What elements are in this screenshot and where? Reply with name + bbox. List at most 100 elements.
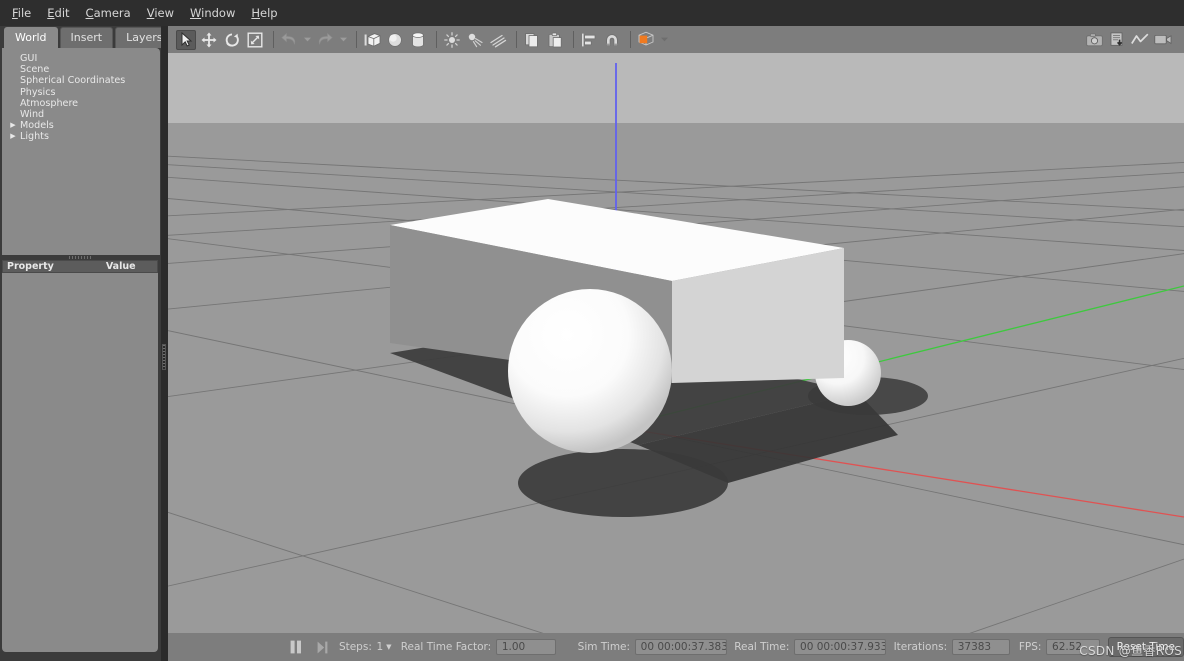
menu-mnemonic: C [86,6,94,20]
iterations-label: Iterations: [894,641,948,653]
log-download-icon [1109,32,1125,47]
chevron-right-icon[interactable]: ▶ [8,120,18,131]
paste-button[interactable] [545,30,565,50]
insert-box-button[interactable] [362,30,382,50]
scale-diagonal-icon [247,32,263,48]
gazebo-window: File Edit Camera View Window Help World … [0,0,1184,661]
undo-dropdown-button[interactable] [302,30,313,50]
tree-item-atmosphere[interactable]: Atmosphere [2,98,160,109]
toolbar-separator [356,31,357,48]
video-record-button[interactable] [1153,30,1173,50]
plot-button[interactable] [1130,30,1150,50]
select-mode-button[interactable] [176,30,196,50]
undo-button[interactable] [279,30,299,50]
menu-item-label: iew [154,6,174,20]
iterations-value: 37383 [952,639,1010,655]
pause-button[interactable] [286,637,306,657]
chevron-down-icon [304,37,311,42]
tree-item-models[interactable]: ▶ Models [2,120,160,131]
column-header-property: Property [3,261,54,272]
orange-cube-icon [637,31,655,48]
vertical-splitter[interactable] [161,26,168,661]
wheel-sphere-front[interactable] [508,289,672,453]
insert-cylinder-button[interactable] [408,30,428,50]
view-angle-dropdown-button[interactable] [659,30,670,50]
menu-mnemonic: W [190,6,201,20]
directional-light-icon [489,32,507,48]
menu-item-help[interactable]: Help [243,3,285,23]
menu-item-file[interactable]: File [4,3,39,23]
view-angle-button[interactable] [636,30,656,50]
tree-item-wind[interactable]: Wind [2,109,160,120]
watermark-text: CSDN @鱼香ROS [1079,642,1182,659]
world-tree-panel: GUI Scene Spherical Coordinates Physics … [2,48,160,255]
splitter-grip-icon [162,344,166,370]
wheel-shadow-front [518,449,728,517]
left-dock-panel: World Insert Layers GUI Scene Spherical … [0,26,163,661]
step-button[interactable] [313,637,331,657]
tree-item-scene[interactable]: Scene [2,64,160,75]
point-light-icon [444,32,460,48]
tree-item-physics[interactable]: Physics [2,87,160,98]
paste-clipboard-icon [547,32,563,48]
line-chart-icon [1131,33,1149,46]
tree-item-label: Scene [8,64,49,75]
copy-pages-icon [524,32,540,48]
translate-mode-button[interactable] [199,30,219,50]
sim-time-label: Sim Time: [578,641,630,653]
menu-item-label: dit [55,6,70,20]
spot-light-button[interactable] [465,30,485,50]
copy-button[interactable] [522,30,542,50]
snap-button[interactable] [602,30,622,50]
log-record-button[interactable] [1107,30,1127,50]
chevron-right-icon[interactable]: ▶ [8,131,18,142]
camera-icon [1086,33,1103,47]
box-shape-icon [364,32,381,48]
menu-mnemonic: H [251,6,260,20]
redo-dropdown-button[interactable] [338,30,349,50]
tab-world[interactable]: World [4,27,58,48]
scale-mode-button[interactable] [245,30,265,50]
tree-item-label: Atmosphere [8,98,78,109]
toolbar-separator [630,31,631,48]
property-table-body [2,273,158,652]
menu-item-camera[interactable]: Camera [78,3,139,23]
point-light-button[interactable] [442,30,462,50]
tab-insert[interactable]: Insert [60,27,114,48]
tree-item-gui[interactable]: GUI [2,53,160,64]
menu-item-label: ile [18,6,31,20]
spot-light-icon [467,32,484,48]
rotate-mode-button[interactable] [222,30,242,50]
tree-item-spherical-coordinates[interactable]: Spherical Coordinates [2,75,160,86]
3d-viewport[interactable] [168,53,1184,633]
pause-icon [290,640,302,654]
step-forward-icon [317,641,328,654]
steps-value[interactable]: 1 [376,641,383,653]
steps-label: Steps: [339,641,372,653]
tree-item-label: Physics [8,87,55,98]
chevron-down-icon [340,37,347,42]
scene-contents [168,53,1184,633]
sphere-shape-icon [387,32,403,48]
menu-item-view[interactable]: View [139,3,182,23]
steps-dropdown-icon[interactable]: ▼ [386,643,391,651]
simulation-status-bar: Steps: 1 ▼ Real Time Factor: 1.00 Sim Ti… [168,633,1184,661]
align-bars-icon [581,32,597,48]
screenshot-button[interactable] [1084,30,1104,50]
menu-mnemonic: E [47,6,54,20]
menu-item-edit[interactable]: Edit [39,3,77,23]
align-button[interactable] [579,30,599,50]
sim-time-value: 00 00:00:37.383 [635,639,727,655]
tree-item-label: Lights [18,131,49,142]
redo-arrow-icon [317,32,333,47]
menu-item-window[interactable]: Window [182,3,243,23]
real-time-value: 00 00:00:37.933 [794,639,886,655]
tree-item-lights[interactable]: ▶ Lights [2,131,160,142]
chevron-down-icon [661,37,668,42]
redo-button[interactable] [315,30,335,50]
menu-item-label: elp [260,6,278,20]
insert-sphere-button[interactable] [385,30,405,50]
directional-light-button[interactable] [488,30,508,50]
splitter-grip-icon [69,256,91,259]
left-panel-tabbar: World Insert Layers [0,26,163,48]
